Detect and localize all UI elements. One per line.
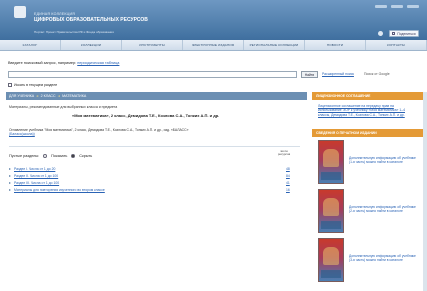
- search-input[interactable]: [8, 71, 297, 78]
- share-button[interactable]: Поделиться: [389, 30, 419, 37]
- search-in-section-label: Искать в текущем разделе: [14, 83, 58, 87]
- breadcrumb-arrow-icon: ➜: [57, 94, 61, 98]
- main-content: Материалы, рекомендованные для выбранных…: [6, 103, 307, 291]
- expand-icon: [9, 167, 11, 170]
- right-sidebar: ЛИЦЕНЗИОННОЕ СОГЛАШЕНИЕ Лицензионное сог…: [312, 92, 423, 291]
- section-row[interactable]: Материалы для повторения изученного во в…: [9, 186, 301, 193]
- top-link[interactable]: [375, 5, 387, 8]
- share-icon: [392, 32, 396, 35]
- expand-icon: [9, 174, 11, 177]
- section-row[interactable]: Раздел III. Числа от 1 до 100 41: [9, 179, 301, 186]
- advanced-search-link[interactable]: Расширенный поиск: [322, 72, 354, 76]
- breadcrumb-item[interactable]: МАТЕМАТИКА: [62, 94, 86, 98]
- search-label-text: Введите поисковый запрос, например:: [8, 61, 77, 65]
- search-button[interactable]: Найти: [301, 71, 318, 78]
- editions-heading: СВЕДЕНИЯ О ПЕЧАТНОМ ИЗДАНИИ: [312, 129, 423, 137]
- breadcrumb-item[interactable]: ДЛЯ УЧЕНИКА: [9, 94, 34, 98]
- license-heading: ЛИЦЕНЗИОННОЕ СОГЛАШЕНИЕ: [312, 92, 423, 100]
- top-links: [375, 5, 419, 8]
- empty-sections-toggle: Пустые разделы: Показать Скрыть: [9, 154, 92, 158]
- nav-item-contacts[interactable]: КОНТАКТЫ: [366, 40, 427, 50]
- breadcrumb-arrow-icon: ➜: [36, 94, 39, 98]
- section-row[interactable]: Раздел II. Числа от 1 до 100 84: [9, 172, 301, 179]
- section-label[interactable]: Раздел III. Числа от 1 до 100: [14, 181, 59, 185]
- license-link[interactable]: Лицензионное соглашение на передачу прав…: [312, 100, 423, 127]
- edition-info-link[interactable]: Дополнительную информацию об учебнике (3…: [349, 254, 419, 262]
- expand-icon: [9, 181, 11, 184]
- empty-sections-label: Пустые разделы:: [9, 154, 40, 158]
- nav-item-editions[interactable]: ЭЛЕКТРОННЫЕ ИЗДАНИЯ: [183, 40, 244, 50]
- nav-item-tools[interactable]: ИНСТРУМЕНТЫ: [122, 40, 183, 50]
- google-search-label: Поиск от Google: [364, 72, 390, 76]
- section-label[interactable]: Раздел I. Числа от 1 до 20: [14, 167, 55, 171]
- edition-entry: Дополнительную информацию об учебнике (1…: [312, 140, 423, 186]
- section-count[interactable]: 16: [286, 188, 290, 192]
- sections-list: Раздел I. Числа от 1 до 20 48 Раздел II.…: [9, 165, 301, 193]
- materials-description: Материалы, рекомендованные для выбранных…: [9, 105, 118, 109]
- book-cover-image[interactable]: [318, 140, 344, 184]
- nav-item-collections[interactable]: КОЛЛЕКЦИИ: [61, 40, 122, 50]
- page: ЕДИНАЯ КОЛЛЕКЦИЯ ЦИФРОВЫХ ОБРАЗОВАТЕЛЬНЫ…: [0, 0, 427, 291]
- search-example-link[interactable]: периодическая таблица: [77, 61, 119, 65]
- section-count[interactable]: 84: [286, 174, 290, 178]
- scrollbar[interactable]: [423, 92, 427, 291]
- show-label: Показать: [51, 154, 68, 158]
- resource-count-header: число ресурсов: [277, 149, 291, 157]
- search-in-section: Искать в текущем разделе: [8, 83, 57, 87]
- nav-item-catalog[interactable]: КАТАЛОГ: [0, 40, 61, 50]
- book-cover-image[interactable]: [318, 189, 344, 233]
- book-publisher-link[interactable]: (Баласс(школа)): [9, 132, 35, 136]
- search-in-section-checkbox[interactable]: [8, 83, 12, 87]
- hide-label: Скрыть: [79, 154, 93, 158]
- top-link[interactable]: [407, 5, 419, 8]
- book-full-text: Оглавление учебника "Моя математика", 2 …: [9, 128, 189, 132]
- header-line3: Портал: Проект Правительства РФ и Фонда …: [34, 30, 114, 34]
- breadcrumb: ДЛЯ УЧЕНИКА ➜ 2 КЛАСС ➜ МАТЕМАТИКА: [6, 92, 307, 100]
- section-count[interactable]: 41: [286, 181, 290, 185]
- share-label: Поделиться: [397, 31, 416, 36]
- top-link[interactable]: [391, 5, 403, 8]
- header-line2: ЦИФРОВЫХ ОБРАЗОВАТЕЛЬНЫХ РЕСУРСОВ: [34, 17, 148, 23]
- search-label: Введите поисковый запрос, например: пери…: [8, 61, 119, 65]
- section-count[interactable]: 48: [286, 167, 290, 171]
- book-title: «Моя математика», 2 класс, Демидова Т.Е.…: [72, 113, 220, 118]
- book-cover-image[interactable]: [318, 238, 344, 282]
- section-row[interactable]: Раздел I. Числа от 1 до 20 48: [9, 165, 301, 172]
- main-nav: КАТАЛОГ КОЛЛЕКЦИИ ИНСТРУМЕНТЫ ЭЛЕКТРОННЫ…: [0, 40, 427, 51]
- breadcrumb-item[interactable]: 2 КЛАСС: [41, 94, 56, 98]
- header-line1: ЕДИНАЯ КОЛЛЕКЦИЯ: [34, 12, 76, 16]
- edition-entry: Дополнительную информацию об учебнике (2…: [312, 189, 423, 235]
- nav-item-regional[interactable]: РЕГИОНАЛЬНЫЕ КОЛЛЕКЦИИ: [244, 40, 305, 50]
- nav-item-news[interactable]: НОВОСТИ: [305, 40, 366, 50]
- edition-info-link[interactable]: Дополнительную информацию об учебнике (2…: [349, 205, 419, 213]
- book-full-title: Оглавление учебника "Моя математика", 2 …: [9, 128, 279, 136]
- hide-radio[interactable]: [71, 154, 76, 158]
- edition-entry: Дополнительную информацию об учебнике (3…: [312, 238, 423, 284]
- logo-icon[interactable]: [14, 6, 26, 18]
- bell-icon[interactable]: [378, 31, 383, 36]
- expand-icon: [9, 188, 11, 191]
- show-radio[interactable]: [43, 154, 48, 158]
- divider: [9, 146, 300, 147]
- section-label[interactable]: Материалы для повторения изученного во в…: [14, 188, 105, 192]
- edition-info-link[interactable]: Дополнительную информацию об учебнике (1…: [349, 156, 419, 164]
- section-label[interactable]: Раздел II. Числа от 1 до 100: [14, 174, 58, 178]
- site-header: ЕДИНАЯ КОЛЛЕКЦИЯ ЦИФРОВЫХ ОБРАЗОВАТЕЛЬНЫ…: [0, 0, 427, 40]
- search-area: Введите поисковый запрос, например: пери…: [0, 51, 427, 89]
